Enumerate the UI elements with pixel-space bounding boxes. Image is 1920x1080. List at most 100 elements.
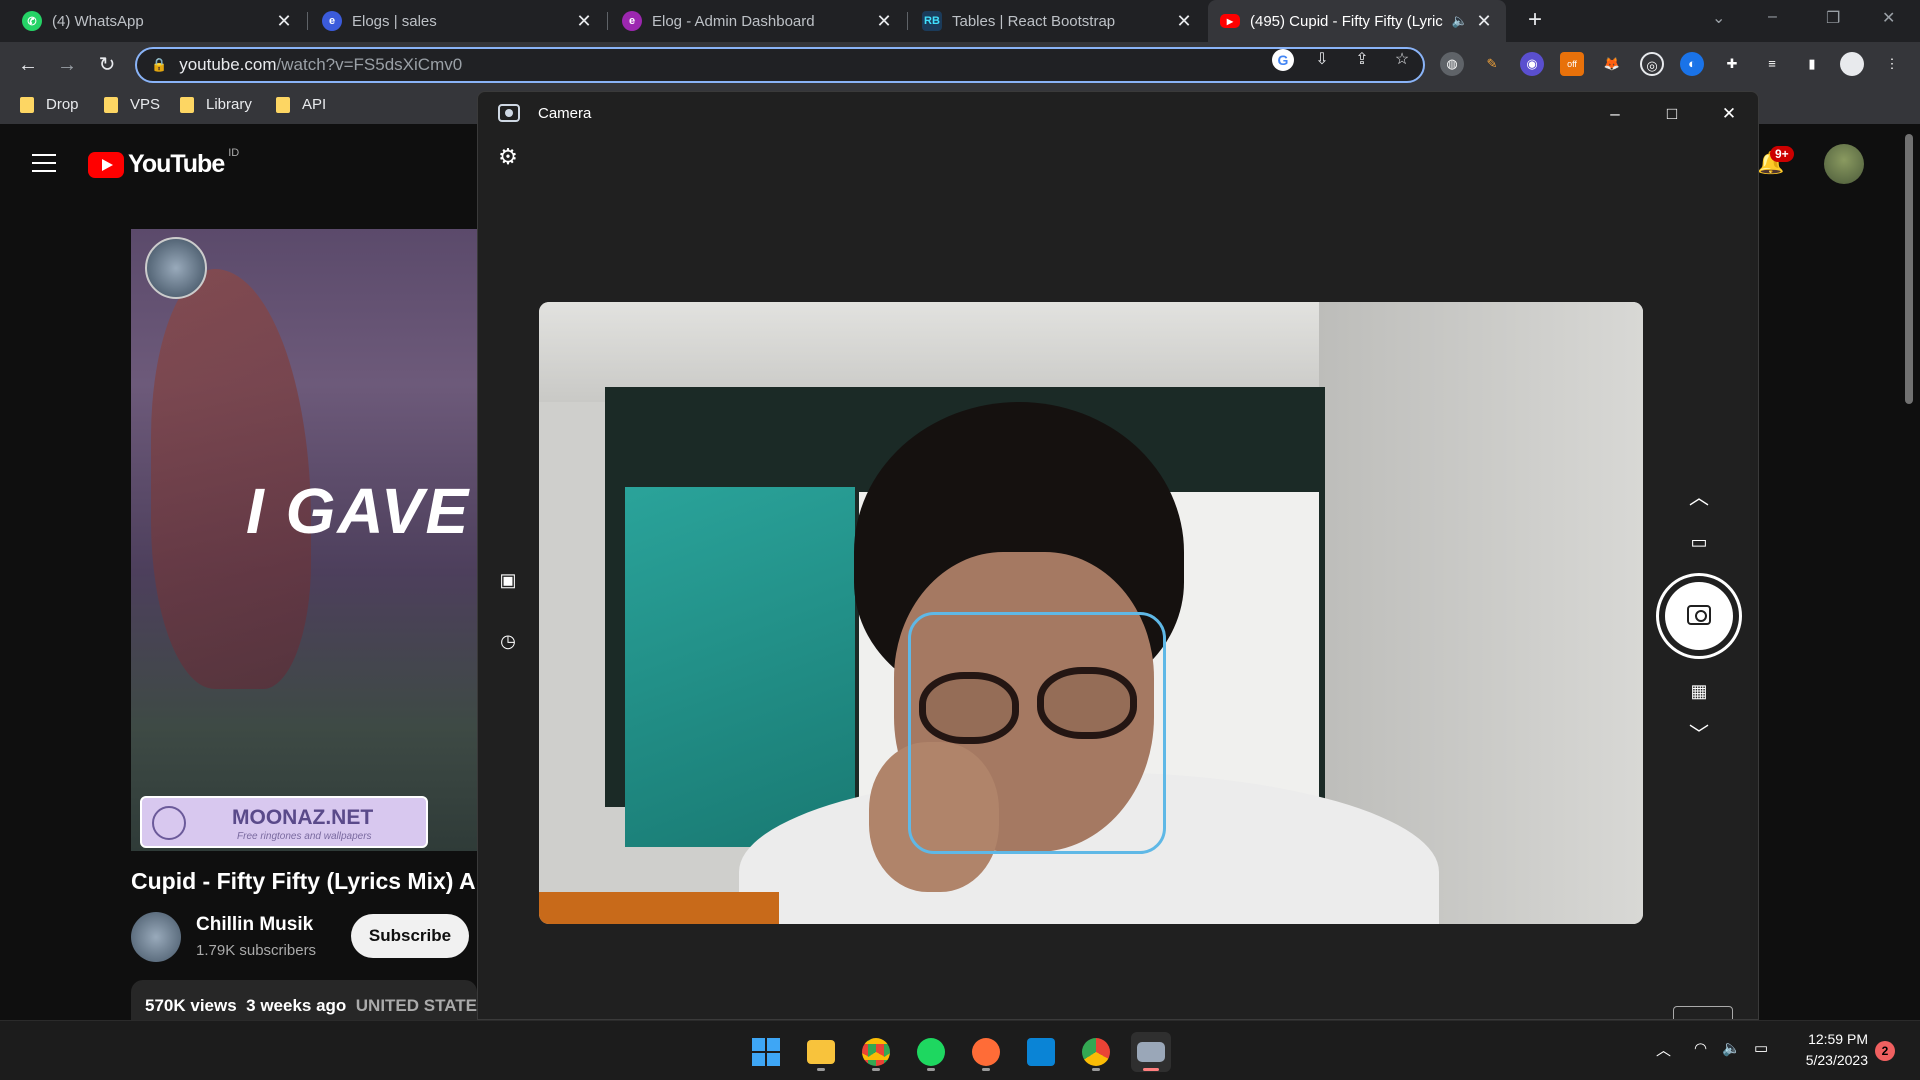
clock-time[interactable]: 12:59 PM: [1800, 1031, 1868, 1047]
bookmark-drop[interactable]: Drop: [20, 96, 79, 113]
timer-off-icon[interactable]: ◷: [494, 627, 522, 655]
off-extension-icon[interactable]: off: [1560, 52, 1584, 76]
media-control-icon[interactable]: ≡: [1760, 52, 1784, 76]
metamask-extension-icon[interactable]: 🦊: [1600, 52, 1624, 76]
elogs-icon: e: [322, 11, 342, 31]
running-indicator: [872, 1068, 880, 1071]
youtube-play-icon: [88, 151, 124, 178]
chevron-down-icon[interactable]: ﹀: [1685, 721, 1713, 749]
page-scrollbar[interactable]: [1905, 134, 1913, 404]
menu-icon[interactable]: [32, 154, 56, 172]
tab-elog-admin[interactable]: e Elog - Admin Dashboard ✕: [610, 0, 906, 42]
taskbar-chrome[interactable]: [856, 1032, 896, 1072]
description-box[interactable]: 570K views 3 weeks ago UNITED STATES: [131, 980, 477, 1020]
tab-search-icon[interactable]: ⌄: [1712, 8, 1725, 28]
start-icon: [752, 1038, 780, 1066]
notification-count-badge[interactable]: 2: [1875, 1041, 1895, 1061]
share-icon[interactable]: ⇪: [1351, 49, 1373, 71]
restore-icon[interactable]: ❐: [1826, 8, 1840, 28]
volume-icon[interactable]: 🔈: [1722, 1039, 1741, 1057]
back-icon[interactable]: ←: [14, 51, 42, 79]
taskbar-postman[interactable]: [966, 1032, 1006, 1072]
reload-icon[interactable]: ↻: [93, 51, 121, 79]
install-app-icon[interactable]: ⇩: [1311, 49, 1333, 71]
hdr-off-icon[interactable]: ▣: [494, 566, 522, 594]
clock-date[interactable]: 5/23/2023: [1790, 1052, 1868, 1068]
camera-preview[interactable]: [539, 302, 1643, 924]
minimize-button[interactable]: –: [1600, 100, 1630, 128]
close-button[interactable]: ✕: [1714, 100, 1744, 128]
folder-icon: [20, 96, 34, 113]
url-text: youtube.com/watch?v=FS5dsXiCmv0: [179, 55, 463, 74]
taskbar-vscode[interactable]: [1021, 1032, 1061, 1072]
video-mode-icon[interactable]: ▭: [1685, 528, 1713, 556]
take-photo-button[interactable]: [1656, 573, 1742, 659]
gallery-thumbnail[interactable]: [1673, 1006, 1733, 1019]
forward-icon[interactable]: →: [53, 51, 81, 79]
bookmark-api[interactable]: API: [276, 96, 326, 113]
tab-audio-icon[interactable]: 🔈: [1452, 13, 1468, 29]
camera-shutter-icon: [1687, 605, 1711, 625]
tab-divider: [607, 12, 608, 30]
running-indicator: [927, 1068, 935, 1071]
tab-divider: [907, 12, 908, 30]
folder-icon: [104, 96, 118, 113]
settings-gear-icon[interactable]: ⚙: [496, 145, 520, 169]
side-panel-icon[interactable]: ▮: [1800, 52, 1824, 76]
folder-icon: [180, 96, 194, 113]
maximize-button[interactable]: □: [1657, 100, 1687, 128]
globe-extension-icon[interactable]: ◍: [1440, 52, 1464, 76]
bookmark-vps[interactable]: VPS: [104, 96, 160, 113]
notification-badge: 9+: [1770, 146, 1794, 162]
close-tab-icon[interactable]: ✕: [274, 11, 294, 32]
channel-avatar[interactable]: [131, 912, 181, 962]
youtube-logo[interactable]: YouTube ID: [88, 147, 239, 179]
taskbar-spotify[interactable]: [911, 1032, 951, 1072]
start-button[interactable]: [746, 1032, 786, 1072]
tab-react-bootstrap[interactable]: RB Tables | React Bootstrap ✕: [910, 0, 1206, 42]
battery-icon[interactable]: ▭: [1754, 1039, 1768, 1057]
close-tab-icon[interactable]: ✕: [1174, 11, 1194, 32]
tab-elogs-sales[interactable]: e Elogs | sales ✕: [310, 0, 606, 42]
color-picker-extension-icon[interactable]: ✎: [1480, 52, 1504, 76]
address-bar[interactable]: 🔒 youtube.com/watch?v=FS5dsXiCmv0: [135, 47, 1425, 83]
show-hidden-icons[interactable]: ︿: [1656, 1039, 1671, 1060]
window-title: Camera: [538, 105, 592, 122]
profile-avatar[interactable]: [1840, 52, 1864, 76]
ai-extension-icon[interactable]: ◉: [1520, 52, 1544, 76]
chevron-up-icon[interactable]: ︿: [1685, 484, 1713, 512]
qr-code-icon[interactable]: ▦: [1685, 677, 1713, 705]
taskbar-camera[interactable]: [1131, 1032, 1171, 1072]
channel-name[interactable]: Chillin Musik: [196, 914, 313, 936]
minimize-icon[interactable]: –: [1768, 8, 1777, 26]
chrome-menu-icon[interactable]: ⋮: [1880, 52, 1904, 76]
bookmark-star-icon[interactable]: ☆: [1391, 49, 1413, 71]
google-lens-icon[interactable]: G: [1272, 49, 1294, 71]
target-extension-icon[interactable]: ◎: [1640, 52, 1664, 76]
new-tab-button[interactable]: +: [1520, 6, 1550, 36]
preview-orange-object: [539, 892, 779, 924]
whatsapp-icon: ✆: [22, 11, 42, 31]
tab-youtube[interactable]: ▶ (495) Cupid - Fifty Fifty (Lyric 🔈 ✕: [1208, 0, 1506, 42]
extensions-puzzle-icon[interactable]: ✚: [1720, 52, 1744, 76]
upload-country: UNITED STATES: [355, 996, 477, 1015]
taskbar-file-explorer[interactable]: [801, 1032, 841, 1072]
subscribe-button[interactable]: Subscribe: [351, 914, 469, 958]
video-player[interactable]: I GAVE A MOONAZ.NET Free ringtones and w…: [131, 229, 477, 851]
close-tab-icon[interactable]: ✕: [874, 11, 894, 32]
close-tab-icon[interactable]: ✕: [574, 11, 594, 32]
taskbar-chrome-profile[interactable]: [1076, 1032, 1116, 1072]
bookmark-library[interactable]: Library: [180, 96, 252, 113]
close-tab-icon[interactable]: ✕: [1474, 11, 1494, 32]
lock-icon: 🔒: [151, 57, 168, 72]
camera-window: Camera – □ ✕ ⚙ ▣ ◷ ︿ ▭ ▦ ﹀: [477, 91, 1759, 1020]
subscriber-count: 1.79K subscribers: [196, 942, 317, 959]
wifi-icon[interactable]: ◠: [1694, 1039, 1707, 1057]
tab-whatsapp[interactable]: ✆ (4) WhatsApp ✕: [10, 0, 306, 42]
react-bootstrap-icon: RB: [922, 11, 942, 31]
chrome-icon: [862, 1038, 890, 1066]
blue-extension-icon[interactable]: ◐: [1680, 52, 1704, 76]
close-window-icon[interactable]: ✕: [1882, 8, 1895, 28]
account-avatar[interactable]: [1824, 144, 1864, 184]
camera-app-icon: [1137, 1042, 1165, 1062]
